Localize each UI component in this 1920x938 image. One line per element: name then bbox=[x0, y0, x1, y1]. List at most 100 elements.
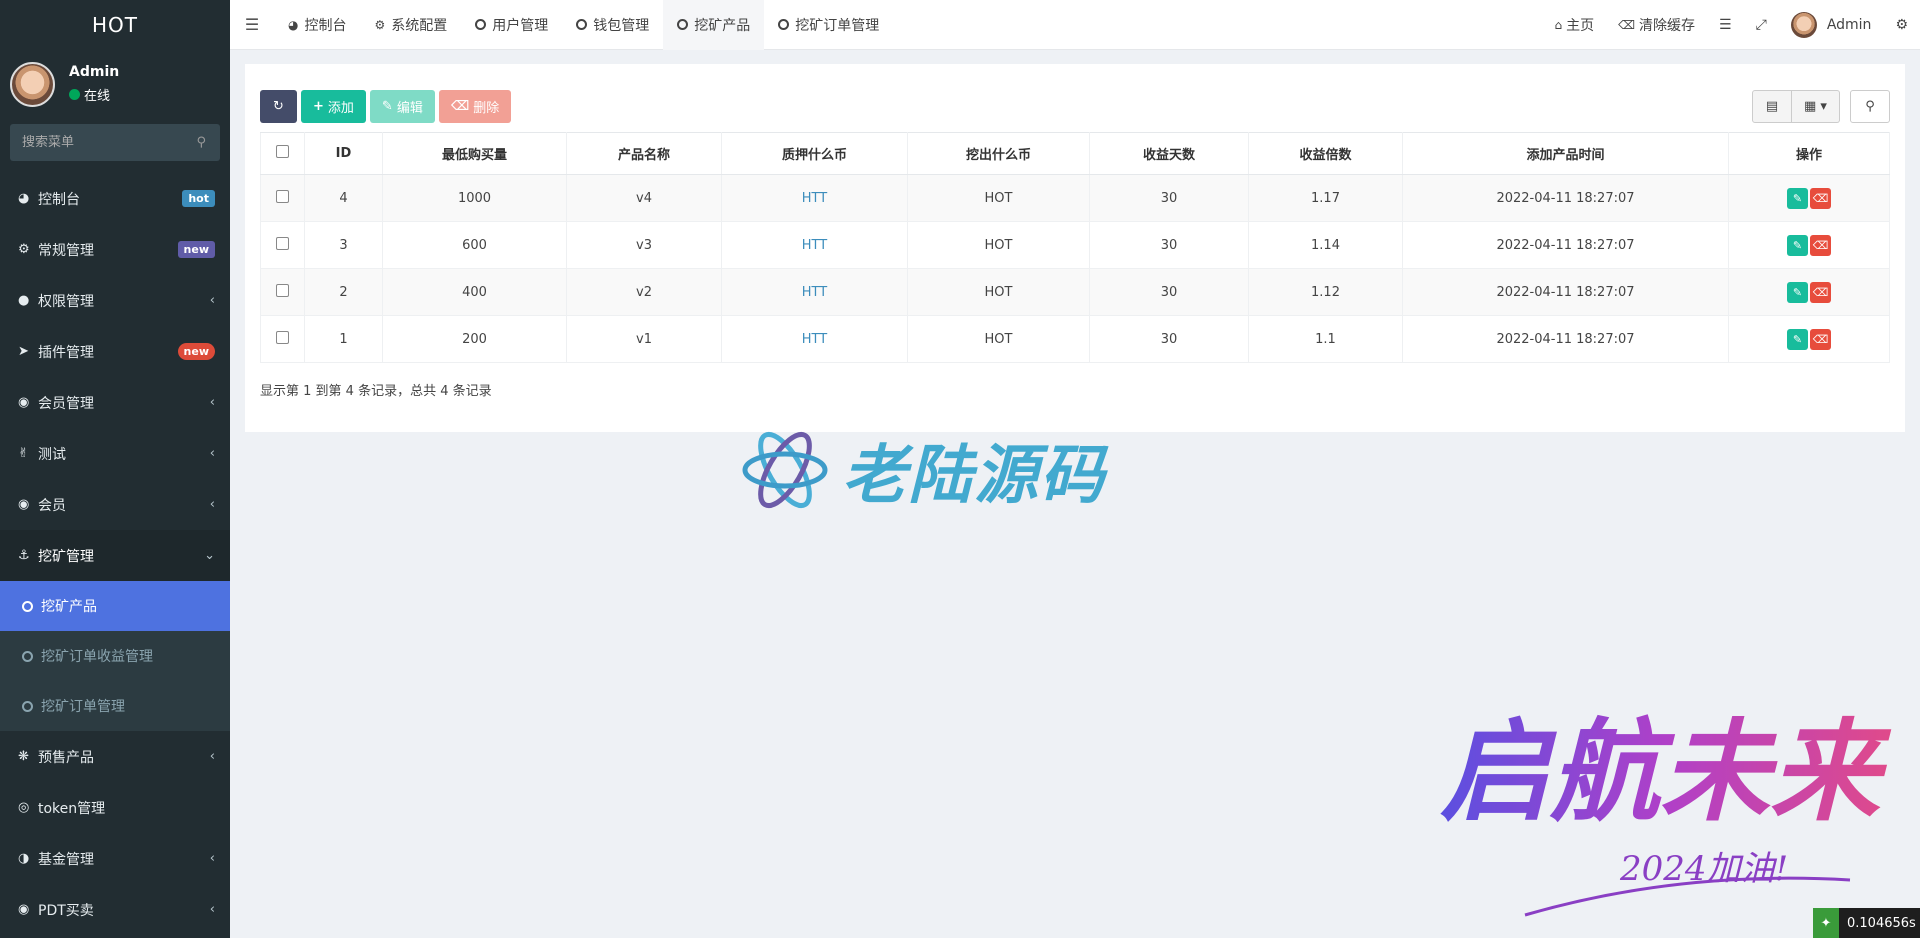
stake-coin-link[interactable]: HTT bbox=[802, 191, 827, 206]
language-icon[interactable]: ☰ bbox=[1707, 17, 1744, 33]
col-stake-coin[interactable]: 质押什么币 bbox=[721, 132, 908, 175]
col-income-multiple[interactable]: 收益倍数 bbox=[1248, 132, 1403, 175]
clear-cache-button[interactable]: ⌫ 清除缓存 bbox=[1606, 15, 1707, 35]
sidebar-item-fund[interactable]: ◑ 基金管理 ‹ bbox=[0, 833, 230, 884]
adjust-icon: ◑ bbox=[18, 851, 30, 866]
sidebar-toggle-icon[interactable]: ☰ bbox=[230, 15, 274, 34]
sidebar-item-member-manage[interactable]: ◉ 会员管理 ‹ bbox=[0, 377, 230, 428]
row-delete-button[interactable]: ⌫ bbox=[1810, 328, 1831, 350]
row-checkbox[interactable] bbox=[276, 283, 289, 297]
gear-icon: ⚙ bbox=[374, 17, 386, 32]
row-delete-button[interactable]: ⌫ bbox=[1810, 281, 1831, 303]
watermark-text: 老陆源码 bbox=[842, 439, 1106, 513]
sidebar-item-plugins[interactable]: ➤ 插件管理 new bbox=[0, 326, 230, 377]
row-checkbox[interactable] bbox=[276, 236, 289, 250]
compass-icon: ◉ bbox=[18, 902, 30, 917]
tab-dashboard[interactable]: ◕ 控制台 bbox=[274, 0, 360, 50]
col-income-days[interactable]: 收益天数 bbox=[1089, 132, 1249, 175]
col-min-purchase[interactable]: 最低购买量 bbox=[382, 132, 567, 175]
row-checkbox[interactable] bbox=[276, 189, 289, 203]
chevron-left-icon: ‹ bbox=[209, 749, 215, 764]
col-mine-coin[interactable]: 挖出什么币 bbox=[907, 132, 1090, 175]
tab-mining-orders[interactable]: 挖矿订单管理 bbox=[764, 0, 893, 50]
refresh-button[interactable]: ↻ bbox=[260, 90, 297, 123]
settings-icon[interactable]: ⚙ bbox=[1883, 17, 1920, 33]
circle-icon bbox=[22, 600, 33, 612]
sidebar-item-mining[interactable]: ⚓ 挖矿管理 ⌄ bbox=[0, 530, 230, 581]
circle-icon bbox=[778, 19, 790, 30]
menu-search-input[interactable] bbox=[22, 135, 192, 150]
users-icon: ● bbox=[18, 293, 30, 308]
col-id[interactable]: ID bbox=[304, 132, 383, 175]
tab-wallet-manage[interactable]: 钱包管理 bbox=[562, 0, 663, 50]
sidebar-item-member[interactable]: ◉ 会员 ‹ bbox=[0, 479, 230, 530]
sidebar-item-token[interactable]: ◎ token管理 bbox=[0, 782, 230, 833]
sidebar-item-mining-products[interactable]: 挖矿产品 bbox=[0, 581, 230, 631]
brush-title: 启航未来 bbox=[1440, 707, 1892, 836]
user-status: 在线 bbox=[69, 85, 119, 104]
col-created-time[interactable]: 添加产品时间 bbox=[1402, 132, 1729, 175]
sidebar-item-pdt[interactable]: ◉ PDT买卖 ‹ bbox=[0, 884, 230, 935]
home-link[interactable]: ⌂ 主页 bbox=[1542, 15, 1606, 35]
user-circle-icon: ◉ bbox=[18, 395, 30, 410]
rocket-icon: ➤ bbox=[18, 344, 29, 359]
tab-system-config[interactable]: ⚙ 系统配置 bbox=[360, 0, 461, 50]
anchor-icon: ⚓ bbox=[18, 548, 30, 563]
row-checkbox[interactable] bbox=[276, 330, 289, 344]
chevron-left-icon: ‹ bbox=[209, 293, 215, 308]
search-icon[interactable]: ⚲ bbox=[196, 135, 206, 150]
table-search-icon[interactable]: ⚲ bbox=[1850, 90, 1890, 123]
table-toolbar: ↻ + 添加 ✎ 编辑 ⌫ 删除 bbox=[260, 90, 515, 123]
trash-icon: ⌫ bbox=[1618, 17, 1636, 32]
user-circle-icon: ◉ bbox=[18, 497, 30, 512]
avatar bbox=[1790, 11, 1817, 38]
tab-user-manage[interactable]: 用户管理 bbox=[461, 0, 562, 50]
circle-icon bbox=[576, 19, 588, 30]
sidebar-item-presale[interactable]: ❋ 预售产品 ‹ bbox=[0, 731, 230, 782]
home-icon: ⌂ bbox=[1554, 17, 1563, 32]
select-all-checkbox[interactable] bbox=[276, 145, 289, 158]
stake-coin-link[interactable]: HTT bbox=[802, 238, 827, 253]
row-delete-button[interactable]: ⌫ bbox=[1810, 234, 1831, 256]
page-load-timer: ✦ 0.104656s bbox=[1813, 908, 1920, 938]
tab-mining-products[interactable]: 挖矿产品 bbox=[663, 0, 765, 50]
stake-coin-link[interactable]: HTT bbox=[802, 332, 827, 347]
stake-coin-link[interactable]: HTT bbox=[802, 285, 827, 300]
add-button[interactable]: + 添加 bbox=[301, 90, 366, 123]
hand-icon: ✌ bbox=[18, 446, 29, 461]
dashboard-icon: ◕ bbox=[18, 191, 30, 206]
sidebar-item-test[interactable]: ✌ 测试 ‹ bbox=[0, 428, 230, 479]
new-badge: new bbox=[177, 241, 215, 258]
sidebar-item-general[interactable]: ⚙ 常规管理 new bbox=[0, 224, 230, 275]
atom-logo-icon bbox=[742, 431, 828, 509]
row-edit-button[interactable]: ✎ bbox=[1787, 187, 1808, 209]
col-product-name[interactable]: 产品名称 bbox=[566, 132, 722, 175]
toggle-view-icon[interactable]: ▤ bbox=[1752, 90, 1792, 123]
mining-submenu: 挖矿产品 挖矿订单收益管理 挖矿订单管理 bbox=[0, 581, 230, 731]
row-delete-button[interactable]: ⌫ bbox=[1810, 187, 1831, 209]
eye-icon: ◎ bbox=[18, 800, 30, 815]
sidebar-item-permission[interactable]: ● 权限管理 ‹ bbox=[0, 275, 230, 326]
circle-icon bbox=[22, 650, 33, 662]
row-edit-button[interactable]: ✎ bbox=[1787, 281, 1808, 303]
pagination-info: 显示第 1 到第 4 条记录，总共 4 条记录 bbox=[260, 384, 492, 399]
content-panel: ↻ + 添加 ✎ 编辑 ⌫ 删除 ▤ ▦ ▾ ⚲ ID 最低购买量 产品名称 质押什么… bbox=[245, 64, 1905, 432]
edit-button[interactable]: ✎ 编辑 bbox=[369, 90, 435, 123]
sidebar-item-dashboard[interactable]: ◕ 控制台 hot bbox=[0, 173, 230, 224]
chevron-left-icon: ‹ bbox=[209, 395, 215, 410]
circle-icon bbox=[677, 19, 689, 30]
app-logo[interactable]: HOT bbox=[0, 0, 230, 50]
fullscreen-icon[interactable]: ⤢ bbox=[1744, 17, 1779, 33]
columns-dropdown-icon[interactable]: ▦ ▾ bbox=[1792, 90, 1840, 123]
plus-icon: + bbox=[313, 99, 324, 114]
table-row: 1 200 v1 HTT HOT 30 1.1 2022-04-11 18:27… bbox=[260, 315, 1890, 363]
user-menu[interactable]: Admin bbox=[1779, 11, 1884, 38]
brush-calligraphy: 启航未来 2024加油! bbox=[1440, 707, 1892, 917]
sidebar-item-mining-order-income[interactable]: 挖矿订单收益管理 bbox=[0, 631, 230, 681]
row-edit-button[interactable]: ✎ bbox=[1787, 234, 1808, 256]
col-actions: 操作 bbox=[1728, 132, 1890, 175]
row-edit-button[interactable]: ✎ bbox=[1787, 328, 1808, 350]
products-table: ID 最低购买量 产品名称 质押什么币 挖出什么币 收益天数 收益倍数 添加产品… bbox=[260, 132, 1890, 363]
sidebar-item-mining-orders[interactable]: 挖矿订单管理 bbox=[0, 681, 230, 731]
delete-button[interactable]: ⌫ 删除 bbox=[438, 90, 512, 123]
